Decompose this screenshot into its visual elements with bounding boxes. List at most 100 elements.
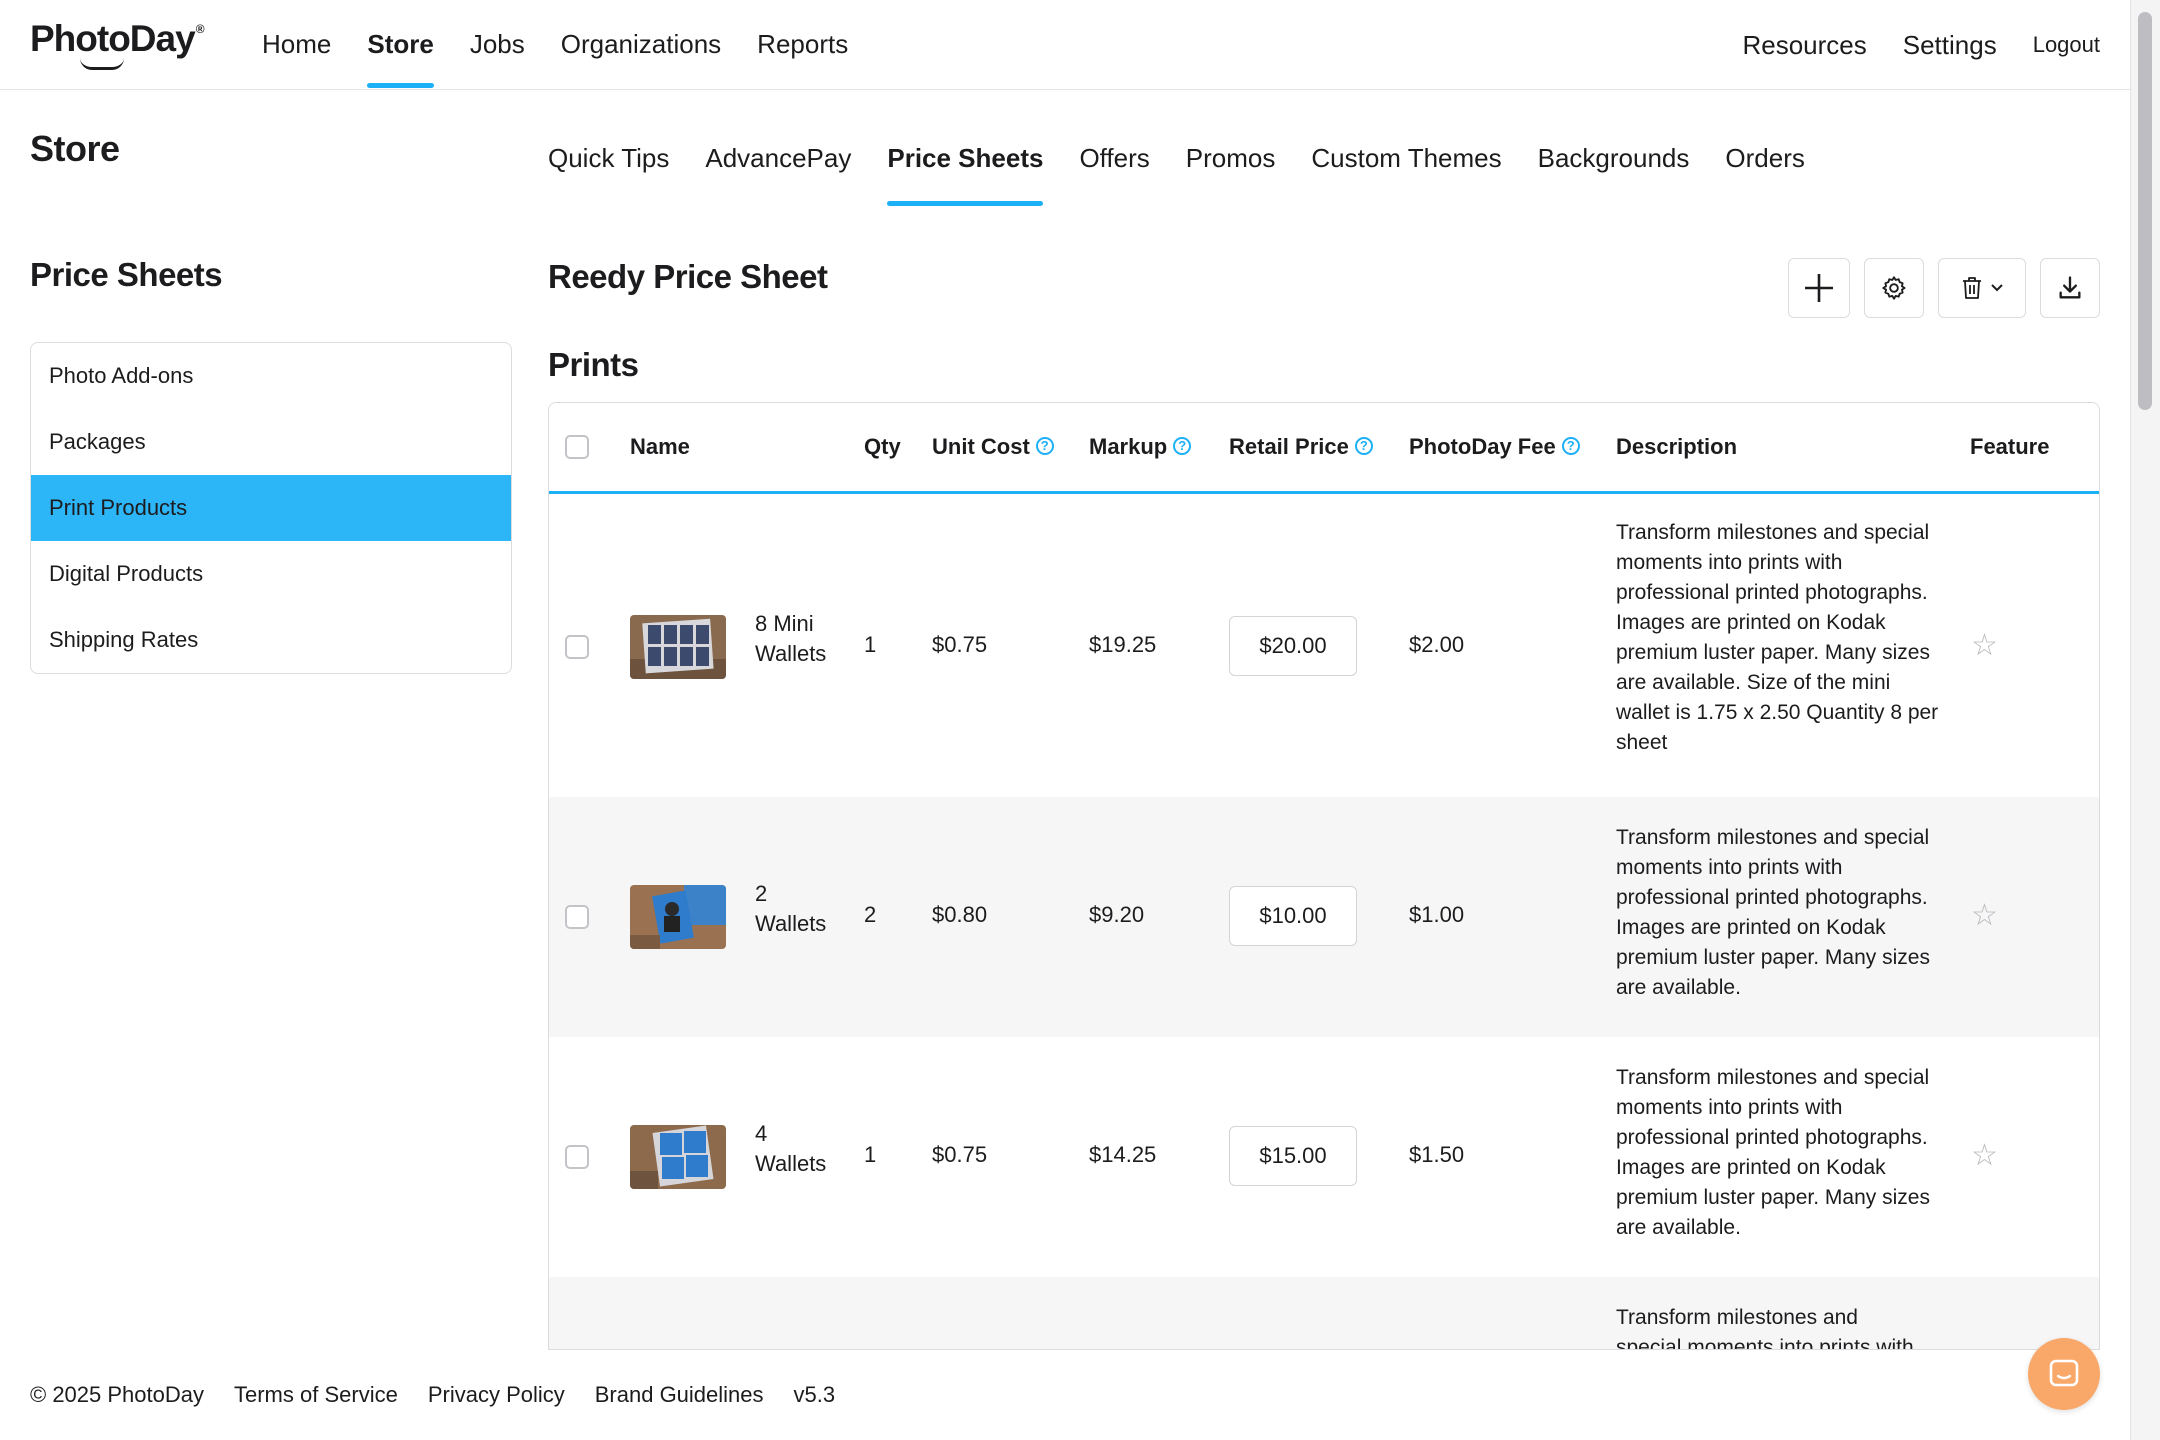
price-sheet-title: Reedy Price Sheet xyxy=(548,258,828,295)
chevron-down-icon xyxy=(1991,284,2003,292)
tab-advancepay[interactable]: AdvancePay xyxy=(705,128,851,206)
chat-button[interactable] xyxy=(2028,1338,2100,1410)
help-icon[interactable]: ? xyxy=(1035,437,1054,456)
tab-backgrounds[interactable]: Backgrounds xyxy=(1538,128,1690,206)
footer-links: © 2025 PhotoDay Terms of Service Privacy… xyxy=(30,1350,835,1440)
table-header: Name Qty Unit Cost? Markup? Retail Price… xyxy=(549,403,2099,494)
top-navigation: PhotoDay® Home Store Jobs Organizations … xyxy=(0,0,2130,90)
row-checkbox[interactable] xyxy=(565,905,589,929)
tab-custom-themes[interactable]: Custom Themes xyxy=(1311,128,1501,206)
help-icon[interactable]: ? xyxy=(1173,437,1192,456)
photoday-fee-value: $1.50 xyxy=(1409,1142,1465,1167)
retail-price-input[interactable]: $20.00 xyxy=(1229,616,1357,676)
unit-cost-value: $0.75 xyxy=(932,632,988,657)
product-name-line: Wallets xyxy=(755,641,827,666)
qty-value: 1 xyxy=(864,1142,877,1167)
nav-right: Resources Settings Logout xyxy=(1742,0,2100,90)
chat-icon xyxy=(2049,1359,2079,1387)
main-nav: Home Store Jobs Organizations Reports xyxy=(262,0,848,90)
help-icon[interactable]: ? xyxy=(1354,437,1373,456)
photoday-fee-value: $2.00 xyxy=(1409,632,1465,657)
copyright-text: © 2025 PhotoDay xyxy=(30,1382,204,1407)
column-header-retail-price-label[interactable]: Retail Price xyxy=(1229,434,1349,459)
product-name-line: Wallets xyxy=(755,911,827,936)
feature-star-icon[interactable]: ☆ xyxy=(1971,1138,1998,1173)
description-text: Transform milestones and special moments… xyxy=(1616,1066,1930,1239)
product-thumbnail xyxy=(630,1125,726,1189)
prints-table: Name Qty Unit Cost? Markup? Retail Price… xyxy=(548,402,2100,1350)
column-header-name[interactable]: Name xyxy=(630,403,690,491)
table-row[interactable]: 8 Mini Wallets 1 $0.75 $19.25 $20.00 $2.0… xyxy=(549,494,2099,797)
feature-star-icon[interactable]: ☆ xyxy=(1971,628,1998,663)
tab-orders[interactable]: Orders xyxy=(1725,128,1804,206)
table-row[interactable]: 2 Wallets 2 $0.80 $9.20 $10.00 $1.00 Tran… xyxy=(549,797,2099,1037)
nav-settings[interactable]: Settings xyxy=(1903,30,1997,61)
sidebar-item-packages[interactable]: Packages xyxy=(31,409,511,475)
product-name-line: 8 Mini xyxy=(755,611,814,636)
logo-smile-icon xyxy=(80,58,124,70)
feature-star-icon[interactable]: ☆ xyxy=(1971,898,1998,933)
product-thumbnail xyxy=(630,615,726,679)
unit-cost-value: $0.75 xyxy=(932,1142,988,1167)
row-checkbox[interactable] xyxy=(565,635,589,659)
section-title-prints: Prints xyxy=(548,346,639,383)
help-icon[interactable]: ? xyxy=(1561,437,1580,456)
logo-text: PhotoDay xyxy=(30,18,196,59)
sidebar-item-shipping-rates[interactable]: Shipping Rates xyxy=(31,607,511,673)
markup-value: $19.25 xyxy=(1089,632,1157,657)
product-name-line: 4 xyxy=(755,1121,768,1146)
download-icon xyxy=(2059,276,2081,299)
unit-cost-value: $0.80 xyxy=(932,902,988,927)
store-subnav: Quick Tips AdvancePay Price Sheets Offer… xyxy=(548,128,1805,206)
add-button[interactable] xyxy=(1788,258,1850,318)
sidebar-item-print-products[interactable]: Print Products xyxy=(31,475,511,541)
terms-of-service-link[interactable]: Terms of Service xyxy=(234,1382,398,1408)
brand-guidelines-link[interactable]: Brand Guidelines xyxy=(595,1382,764,1408)
table-row[interactable]: Transform milestones and special moments… xyxy=(549,1277,2099,1349)
select-all-checkbox[interactable] xyxy=(565,435,589,459)
sidebar-menu: Photo Add-ons Packages Print Products Di… xyxy=(30,342,512,674)
photoday-fee-value: $1.00 xyxy=(1409,902,1465,927)
column-header-qty[interactable]: Qty xyxy=(864,403,901,491)
column-header-description: Description xyxy=(1616,434,1738,459)
column-header-markup: Markup? xyxy=(1089,403,1192,491)
tab-offers[interactable]: Offers xyxy=(1079,128,1149,206)
logout-link[interactable]: Logout xyxy=(2033,32,2100,58)
delete-dropdown-button[interactable] xyxy=(1938,258,2026,318)
tab-promos[interactable]: Promos xyxy=(1186,128,1276,206)
nav-home[interactable]: Home xyxy=(262,0,331,90)
retail-price-input[interactable]: $10.00 xyxy=(1229,886,1357,946)
sidebar-item-digital-products[interactable]: Digital Products xyxy=(31,541,511,607)
retail-price-input[interactable]: $15.00 xyxy=(1229,1126,1357,1186)
column-header-unit-cost: Unit Cost? xyxy=(932,403,1054,491)
markup-value: $9.20 xyxy=(1089,902,1145,927)
page-scrollbar-thumb[interactable] xyxy=(2138,12,2152,410)
nav-jobs[interactable]: Jobs xyxy=(470,0,525,90)
settings-button[interactable] xyxy=(1864,258,1924,318)
product-name-line: Wallets xyxy=(755,1151,827,1176)
nav-store[interactable]: Store xyxy=(367,0,435,90)
table-row[interactable]: 4 Wallets 1 $0.75 $14.25 $15.00 $1.50 Tra… xyxy=(549,1037,2099,1277)
version-label: v5.3 xyxy=(793,1382,836,1407)
tab-price-sheets[interactable]: Price Sheets xyxy=(887,128,1044,206)
description-text: Transform milestones and special moments… xyxy=(1616,521,1939,754)
column-header-photoday-fee: PhotoDay Fee? xyxy=(1409,403,1580,491)
product-name: 8 Mini Wallets xyxy=(755,609,826,669)
gear-icon xyxy=(1882,276,1906,300)
sidebar-item-photo-add-ons[interactable]: Photo Add-ons xyxy=(31,343,511,409)
plus-icon xyxy=(1805,274,1833,302)
row-checkbox[interactable] xyxy=(565,1145,589,1169)
column-header-photoday-fee-label[interactable]: PhotoDay Fee xyxy=(1409,434,1556,459)
download-button[interactable] xyxy=(2040,258,2100,318)
column-header-markup-label[interactable]: Markup xyxy=(1089,434,1167,459)
product-name: 2 Wallets xyxy=(755,879,826,939)
trash-icon xyxy=(1963,277,1981,299)
nav-reports[interactable]: Reports xyxy=(757,0,848,90)
nav-resources[interactable]: Resources xyxy=(1742,30,1866,61)
photoday-logo[interactable]: PhotoDay® xyxy=(30,18,205,70)
column-header-unit-cost-label[interactable]: Unit Cost xyxy=(932,434,1030,459)
tab-quick-tips[interactable]: Quick Tips xyxy=(548,128,669,206)
column-header-feature: Feature xyxy=(1970,434,2050,459)
nav-organizations[interactable]: Organizations xyxy=(561,0,721,90)
privacy-policy-link[interactable]: Privacy Policy xyxy=(428,1382,565,1408)
